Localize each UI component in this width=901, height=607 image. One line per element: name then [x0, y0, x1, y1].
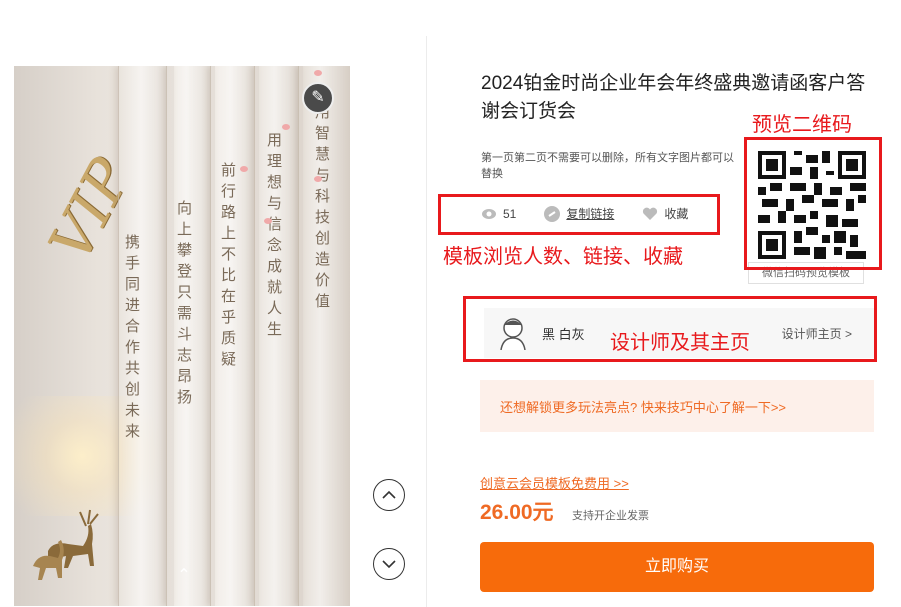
annotation-label-qr: 预览二维码	[752, 112, 852, 136]
annotation-box-qr	[744, 137, 882, 270]
petal-decoration	[314, 176, 322, 182]
petal-decoration	[282, 124, 290, 130]
petal-decoration	[264, 218, 272, 224]
annotation-box-stats	[438, 194, 720, 235]
divider	[426, 36, 427, 607]
previous-page-button[interactable]	[373, 479, 405, 511]
buy-now-button[interactable]: 立即购买	[480, 542, 874, 592]
chevron-up-icon	[382, 490, 396, 499]
price: 26.00元	[480, 501, 554, 524]
preview-line: 携手同进合作共创未来	[123, 234, 141, 444]
template-description: 第一页第二页不需要可以删除，所有文字图片都可以替换	[481, 152, 734, 180]
preview-line: 用理想与信念成就人生	[265, 132, 283, 342]
annotation-label-stats: 模板浏览人数、链接、收藏	[443, 244, 683, 268]
invoice-note: 支持开企业发票	[572, 510, 649, 522]
next-page-button[interactable]	[373, 548, 405, 580]
tips-text[interactable]: 还想解锁更多玩法亮点? 快来技巧中心了解一下>>	[500, 397, 786, 416]
annotation-label-designer: 设计师及其主页	[610, 330, 750, 354]
brand-logo-icon: ✎	[302, 82, 334, 114]
chevron-down-icon	[382, 560, 396, 569]
preview-line: 用智慧与科技创造价值	[313, 104, 331, 314]
vip-offer-link[interactable]: 创意云会员模板免费用 >>	[480, 473, 629, 492]
preview-line: 前行路上不比在乎质疑	[219, 162, 237, 372]
petal-decoration	[314, 70, 322, 76]
template-preview[interactable]: VIP 携手同进合作共创未来 向上攀登只需斗志昂扬 前行路上不比在乎质疑 用理想…	[14, 66, 350, 606]
chevron-up-icon[interactable]: ⌃	[176, 568, 192, 584]
deer-icon	[33, 509, 99, 580]
preview-line: 向上攀登只需斗志昂扬	[175, 200, 193, 410]
tips-banner[interactable]: 还想解锁更多玩法亮点? 快来技巧中心了解一下>>	[480, 380, 874, 432]
petal-decoration	[240, 166, 248, 172]
